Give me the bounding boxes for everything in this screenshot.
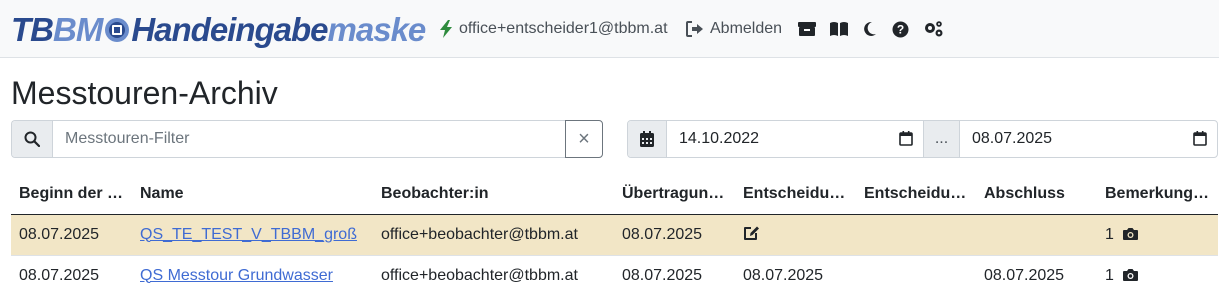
search-input[interactable]: Messtouren-Filter	[53, 121, 567, 157]
cell-entscheidung-2	[856, 255, 976, 291]
column-header-beobachter[interactable]: Beobachter:in	[373, 174, 614, 215]
user-email: office+entscheider1@tbbm.at	[459, 20, 668, 37]
messtouren-table: Beginn der Messtour Name Beobachter:in Ü…	[11, 174, 1218, 291]
date-to-value: 08.07.2025	[972, 130, 1053, 147]
table-row[interactable]: 08.07.2025 QS_TE_TEST_V_TBBM_groß office…	[11, 214, 1218, 256]
logo-text-hand: Handeingabe	[131, 11, 328, 48]
date-to-input[interactable]: 08.07.2025	[960, 121, 1217, 157]
bemerkungen-count: 1	[1105, 266, 1114, 284]
sign-out-icon	[686, 21, 703, 37]
moon-icon[interactable]	[860, 19, 880, 39]
column-header-bemerkungen[interactable]: Bemerkungen	[1097, 174, 1218, 215]
date-picker-icon[interactable]	[1193, 131, 1207, 146]
cell-beobachter: office+beobachter@tbbm.at	[373, 214, 614, 256]
column-header-abschluss[interactable]: Abschluss	[976, 174, 1097, 215]
svg-text:?: ?	[896, 22, 903, 36]
cell-bemerkungen: 1	[1097, 255, 1218, 291]
calendar-icon	[640, 131, 654, 147]
edit-icon[interactable]	[743, 225, 760, 241]
book-icon[interactable]	[829, 19, 849, 39]
date-range-group: 14.10.2022 ... 08.07.2025	[627, 120, 1218, 158]
table-header-row: Beginn der Messtour Name Beobachter:in Ü…	[11, 174, 1218, 215]
cell-uebertragung: 08.07.2025	[614, 214, 735, 256]
cell-beginn: 08.07.2025	[11, 214, 132, 256]
cell-bemerkungen: 1	[1097, 214, 1218, 256]
archive-icon[interactable]	[797, 19, 817, 39]
search-icon	[24, 131, 40, 147]
camera-icon[interactable]	[1122, 227, 1139, 241]
logout-label: Abmelden	[710, 20, 783, 37]
cogs-icon[interactable]	[922, 19, 946, 39]
cell-abschluss: 08.07.2025	[976, 255, 1097, 291]
column-header-entscheidung-2[interactable]: Entscheidung 2	[856, 174, 976, 215]
column-header-uebertragung[interactable]: Übertragungsdatum	[614, 174, 735, 215]
filter-search-addon	[12, 121, 53, 157]
page-title: Messtouren-Archiv	[11, 75, 278, 111]
column-header-entscheidung-1[interactable]: Entscheidung 1	[735, 174, 856, 215]
date-from-input[interactable]: 14.10.2022	[667, 121, 923, 157]
logout-link[interactable]: Abmelden	[686, 0, 782, 58]
cell-beobachter: office+beobachter@tbbm.at	[373, 255, 614, 291]
nav-user[interactable]: office+entscheider1@tbbm.at	[439, 0, 668, 58]
navbar: TB BM Handeingabe maske office+entscheid…	[0, 0, 1219, 58]
table-row[interactable]: 08.07.2025 QS Messtour Grundwasser offic…	[11, 255, 1218, 291]
camera-icon[interactable]	[1122, 268, 1139, 282]
logo-mark-icon	[105, 18, 130, 42]
cell-entscheidung-1: 08.07.2025	[735, 255, 856, 291]
cell-beginn: 08.07.2025	[11, 255, 132, 291]
filter-group: Messtouren-Filter	[11, 120, 567, 158]
cell-abschluss	[976, 214, 1097, 256]
date-picker-icon[interactable]	[899, 131, 913, 146]
bemerkungen-count: 1	[1105, 225, 1114, 243]
messtour-link[interactable]: QS Messtour Grundwasser	[140, 267, 333, 284]
cell-entscheidung-2	[856, 214, 976, 256]
messtour-link[interactable]: QS_TE_TEST_V_TBBM_groß	[140, 226, 357, 243]
clear-filter-button[interactable]: ×	[565, 120, 603, 158]
logo-text-maske: maske	[327, 11, 427, 48]
question-circle-icon[interactable]: ?	[890, 19, 910, 39]
bolt-icon	[440, 20, 452, 38]
date-from-value: 14.10.2022	[679, 130, 760, 147]
logo-text-bm: BM	[53, 11, 103, 48]
cell-name: QS Messtour Grundwasser	[132, 255, 373, 291]
date-range-separator: ...	[923, 121, 960, 157]
app-logo[interactable]: TB BM Handeingabe maske	[11, 11, 427, 48]
date-range-addon	[628, 121, 667, 157]
column-header-beginn[interactable]: Beginn der Messtour	[11, 174, 132, 215]
cell-entscheidung-1	[735, 214, 856, 256]
cell-name: QS_TE_TEST_V_TBBM_groß	[132, 214, 373, 256]
logo-text-tb: TB	[11, 11, 54, 48]
cell-uebertragung: 08.07.2025	[614, 255, 735, 291]
column-header-name[interactable]: Name	[132, 174, 373, 215]
